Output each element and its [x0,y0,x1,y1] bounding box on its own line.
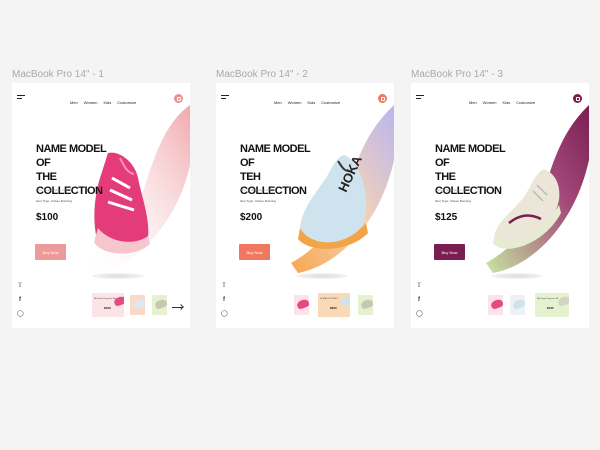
thumbnail-card[interactable] [358,295,373,315]
hamburger-menu-icon[interactable] [221,95,229,101]
product-price: $200 [240,212,263,223]
product-price: $125 [435,212,458,223]
thumbnail-card-active[interactable]: Nb Zoom Pegasus Max $100 [92,293,124,317]
thumbnail-shoe-image [153,298,167,310]
thumbnail-shoe-image [338,295,350,307]
title-line-1: NAME MODEL OF [36,143,106,169]
product-subtitle: Item no description info [36,188,68,192]
frame-label-3: MacBook Pro 14" - 3 [411,69,503,80]
product-type: Item Type: Unisex Running [240,199,276,203]
twitter-icon[interactable]: 𝕋 [221,283,227,289]
product-subtitle: Item no description info [240,188,272,192]
shoe-shadow [296,273,348,279]
facebook-icon[interactable]: f [17,297,23,303]
product-type: Item Type: Unisex Running [435,199,471,203]
thumbnail-shoe-image [112,295,124,307]
cart-button[interactable] [573,94,582,103]
hamburger-menu-icon[interactable] [17,95,25,101]
facebook-icon[interactable]: f [416,297,422,303]
thumbnail-shoe-image [131,298,145,310]
nav-men[interactable]: Men [274,100,282,105]
buy-now-button[interactable]: Buy Now [239,244,270,260]
product-price: $100 [36,212,59,223]
thumbnail-shoe-image [556,295,569,307]
frame-macbook-2: Men Women Kids Customize HOKA NAME MODEL… [216,83,394,328]
frame-label-2: MacBook Pro 14" - 2 [216,69,308,80]
hamburger-menu-icon[interactable] [416,95,424,101]
shoe-shadow [92,273,144,279]
thumbnail-shoe-image [295,298,309,310]
cart-icon [575,96,580,101]
buy-now-button[interactable]: Buy Now [434,244,465,260]
nav-men[interactable]: Men [70,100,78,105]
cart-button[interactable] [174,94,183,103]
title-line-2: THE COLLECTION [435,171,502,197]
title-line-1: NAME MODEL OF [435,143,505,169]
nav-men[interactable]: Men [469,100,477,105]
thumbnail-card[interactable] [294,295,309,315]
instagram-icon[interactable]: ◯ [17,311,24,317]
arrow-right-icon[interactable] [172,307,182,308]
cart-icon [176,96,181,101]
frame-macbook-3: Men Women Kids Customize NAME MODEL OF T… [411,83,589,328]
thumbnail-card-active[interactable]: HOKA CLIFTON 8 $200 [318,293,350,317]
thumbnail-card-active[interactable]: Nb Zoom Pegasus 38 $125 [535,293,569,317]
title-line-2: TEH COLLECTION [240,171,307,197]
instagram-icon[interactable]: ◯ [221,311,228,317]
thumbnail-price: $200 [330,306,337,310]
thumbnail-shoe-image [489,298,503,310]
product-subtitle: Item no description info [435,188,467,192]
cart-icon [380,96,385,101]
title-line-1: NAME MODEL OF [240,143,310,169]
cart-button[interactable] [378,94,387,103]
twitter-icon[interactable]: 𝕋 [17,283,23,289]
thumbnail-price: $125 [547,306,554,310]
thumbnail-card[interactable] [510,295,525,315]
thumbnail-card[interactable] [130,295,145,315]
title-line-2: THE COLLECTION [36,171,103,197]
frame-label-1: MacBook Pro 14" - 1 [12,69,104,80]
instagram-icon[interactable]: ◯ [416,311,423,317]
facebook-icon[interactable]: f [221,297,227,303]
product-type: Item Type: Unisex Running [36,199,72,203]
twitter-icon[interactable]: 𝕋 [416,283,422,289]
shoe-shadow [491,273,543,279]
frame-macbook-1: Men Women Kids Customize NAME MODEL OF T… [12,83,190,328]
thumbnail-card[interactable] [488,295,503,315]
thumbnail-card[interactable] [152,295,167,315]
buy-now-button[interactable]: Buy Now [35,244,66,260]
thumbnail-price: $100 [104,306,111,310]
thumbnail-shoe-image [511,298,525,310]
thumbnail-shoe-image [359,298,373,310]
